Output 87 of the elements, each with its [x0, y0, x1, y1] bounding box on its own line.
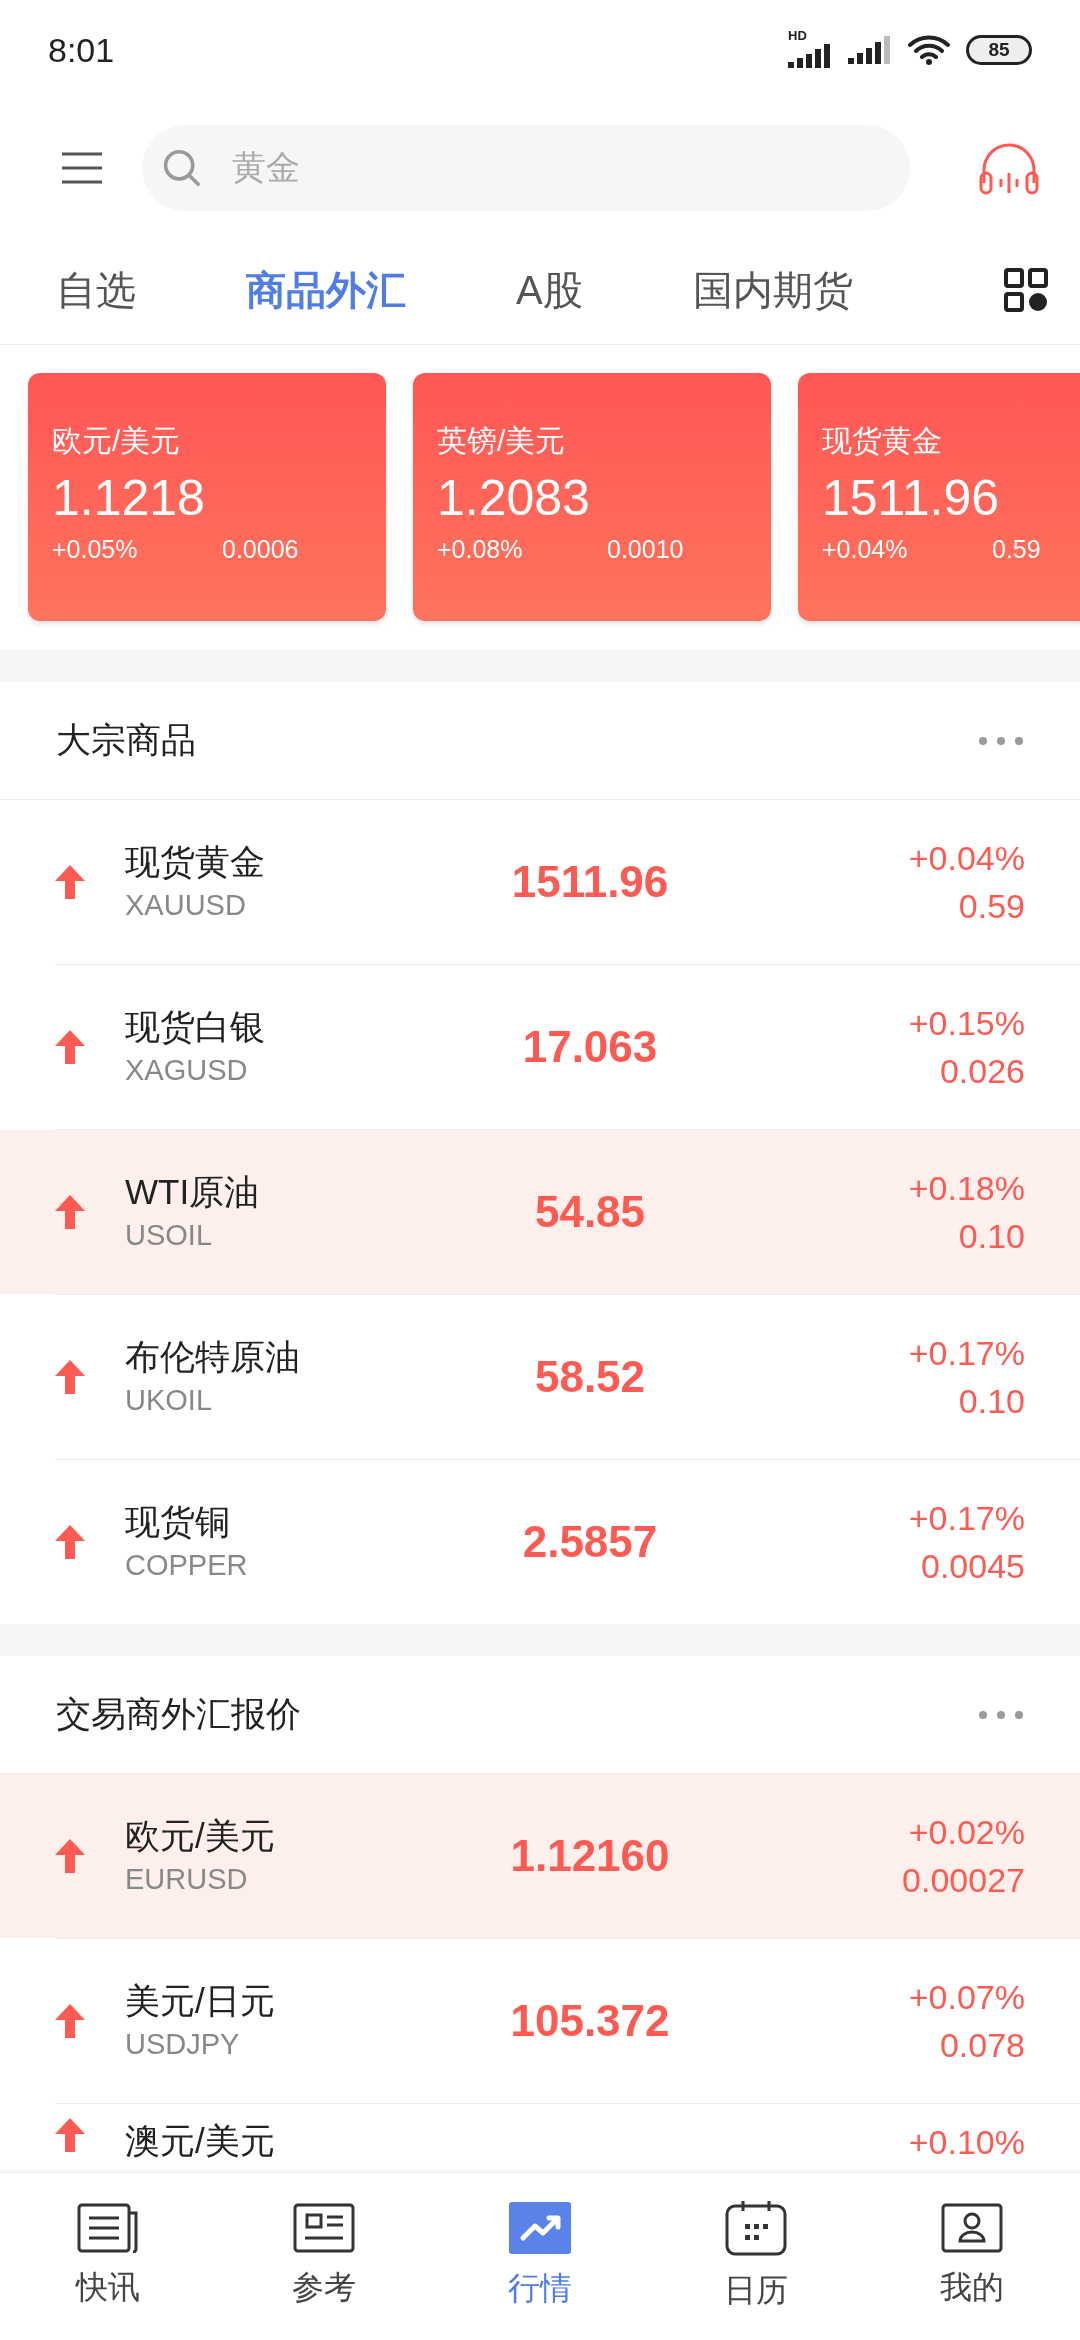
card-title: 英镑/美元 [437, 423, 567, 459]
section-title: 交易商外汇报价 [56, 1693, 301, 1736]
instrument-code: USOIL [125, 1218, 214, 1253]
category-tab[interactable]: A股 [516, 259, 583, 320]
change-percent: +0.02% [908, 1812, 1025, 1853]
change-value: 0.10 [958, 1216, 1025, 1257]
quote-row[interactable]: 欧元/美元 EURUSD 1.12160 +0.02% 0.00027 [0, 1774, 1080, 1938]
nav-tab[interactable]: 快讯 [0, 2173, 216, 2340]
search-field[interactable]: 黄金 [231, 142, 890, 193]
change-percent: +0.17% [908, 1498, 1025, 1539]
change-value: 0.00027 [902, 1860, 1025, 1901]
newspaper-icon [77, 2202, 139, 2253]
more-icon[interactable] [978, 1709, 1024, 1720]
change-value: 0.026 [939, 1051, 1025, 1092]
up-arrow-icon [55, 1360, 85, 1394]
search-bar[interactable]: 黄金 [142, 124, 910, 211]
category-tab[interactable]: 商品外汇 [246, 259, 406, 320]
instrument-name: WTI原油 [125, 1171, 261, 1213]
up-arrow-icon [55, 1195, 85, 1229]
instrument-code: COPPER [125, 1548, 249, 1583]
document-icon [293, 2202, 355, 2253]
category-tab[interactable]: 国内期货 [692, 259, 853, 320]
change-value: 0.59 [958, 886, 1025, 927]
price: 105.372 [510, 1995, 670, 2047]
instrument-name: 美元/日元 [125, 1980, 276, 2022]
change-percent: +0.15% [908, 1003, 1025, 1044]
card-price: 1.1218 [52, 469, 206, 528]
signal-icon [848, 36, 892, 64]
instrument-name: 现货铜 [125, 1501, 231, 1543]
price: 2.5857 [522, 1516, 658, 1568]
up-arrow-icon [55, 1525, 85, 1559]
user-icon [941, 2202, 1003, 2253]
card-change-percent: +0.08% [437, 534, 524, 565]
card-price: 1.2083 [437, 469, 591, 528]
instrument-name: 现货白银 [125, 1006, 266, 1048]
grid-icon[interactable] [1004, 267, 1048, 312]
price: 17.063 [522, 1021, 658, 1073]
menu-icon[interactable] [60, 151, 104, 184]
nav-tab[interactable]: 日历 [648, 2173, 864, 2340]
change-value: 0.078 [939, 2025, 1025, 2066]
instrument-name: 欧元/美元 [125, 1815, 276, 1857]
calendar-icon [725, 2199, 787, 2256]
nav-tab[interactable]: 参考 [216, 2173, 432, 2340]
card-change-percent: +0.04% [822, 534, 909, 565]
quote-row[interactable]: WTI原油 USOIL 54.85 +0.18% 0.10 [0, 1130, 1080, 1294]
change-percent: +0.17% [908, 1333, 1025, 1374]
card-title: 现货黄金 [822, 423, 943, 459]
more-icon[interactable] [978, 735, 1024, 746]
up-arrow-icon [55, 1839, 85, 1873]
instrument-code: EURUSD [125, 1862, 249, 1897]
instrument-name: 布伦特原油 [125, 1336, 301, 1378]
change-percent: +0.18% [908, 1168, 1025, 1209]
up-arrow-icon [55, 2004, 85, 2038]
card-change-value: 0.0010 [607, 534, 684, 565]
card-change-value: 0.59 [992, 534, 1041, 565]
network-type-label: HD [788, 27, 807, 45]
price: 1511.96 [511, 856, 669, 908]
card-change-percent: +0.05% [52, 534, 139, 565]
nav-tab[interactable]: 行情 [432, 2173, 648, 2340]
instrument-name: 现货黄金 [125, 841, 266, 883]
signal-icon [788, 44, 832, 68]
instrument-name: 澳元/美元 [125, 2120, 276, 2162]
change-percent: +0.10% [908, 2122, 1025, 2163]
instrument-code: XAUUSD [125, 888, 247, 923]
section-title: 大宗商品 [56, 719, 196, 762]
price: 1.12160 [510, 1830, 670, 1882]
up-arrow-icon [55, 2118, 85, 2152]
instrument-code: XAGUSD [125, 1053, 249, 1088]
card-change-value: 0.0006 [222, 534, 299, 565]
category-tab[interactable]: 自选 [56, 259, 136, 320]
instrument-code: USDJPY [125, 2027, 241, 2062]
card-price: 1511.96 [822, 469, 1001, 528]
card-title: 欧元/美元 [52, 423, 182, 459]
up-arrow-icon [55, 1030, 85, 1064]
change-value: 0.10 [958, 1381, 1025, 1422]
trend-chart-icon [509, 2201, 571, 2254]
wifi-icon [908, 34, 950, 66]
change-value: 0.0045 [921, 1546, 1025, 1587]
price: 54.85 [534, 1186, 646, 1238]
nav-tab[interactable]: 我的 [864, 2173, 1080, 2340]
status-time: 8:01 [48, 29, 115, 71]
up-arrow-icon [55, 865, 85, 899]
battery-indicator: 85 [966, 35, 1032, 65]
change-percent: +0.04% [908, 838, 1025, 879]
instrument-code: UKOIL [125, 1383, 214, 1418]
price: 58.52 [534, 1351, 646, 1403]
change-percent: +0.07% [908, 1977, 1025, 2018]
